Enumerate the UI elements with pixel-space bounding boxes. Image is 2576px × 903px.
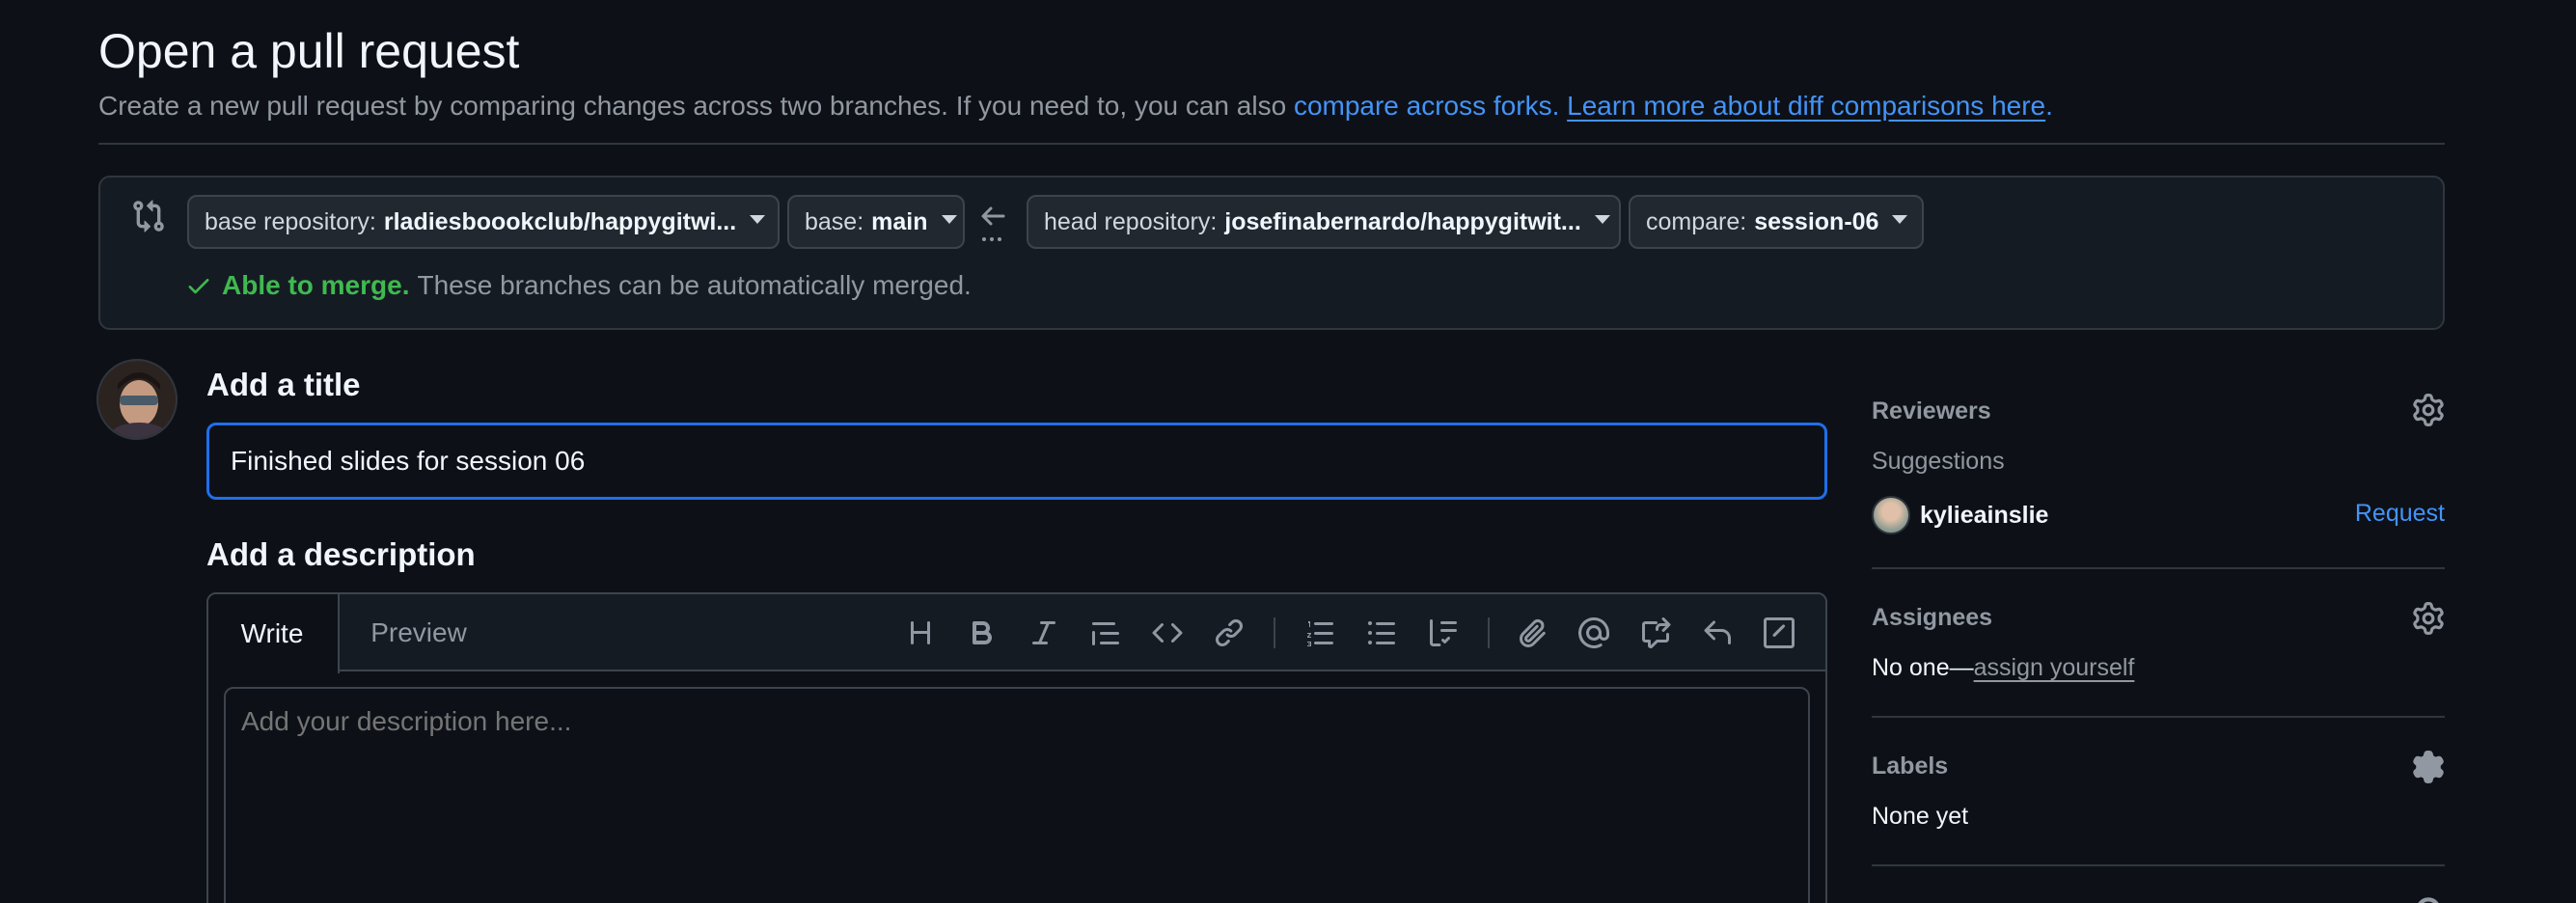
reply-icon[interactable]	[1698, 614, 1737, 652]
assignees-label: Assignees	[1872, 604, 1993, 631]
compare-across-forks-link[interactable]: compare across forks.	[1294, 91, 1559, 121]
labels-section: Labels None yet	[1872, 743, 2445, 866]
paperclip-icon[interactable]	[1513, 614, 1551, 652]
sidebar-divider	[1872, 716, 2445, 718]
ordered-list-icon[interactable]	[1301, 614, 1339, 652]
compare-branch-select[interactable]: compare: session-06	[1629, 195, 1924, 249]
description-editor: Write Preview	[206, 592, 1827, 903]
subtitle-text: Create a new pull request by comparing c…	[98, 91, 1287, 121]
heading-icon[interactable]	[901, 614, 940, 652]
assignees-value: No one—assign yourself	[1872, 654, 2134, 682]
tab-write[interactable]: Write	[208, 594, 340, 673]
chevron-down-icon	[1892, 214, 1908, 224]
gear-icon[interactable]	[2412, 394, 2445, 426]
bold-icon[interactable]	[963, 614, 1001, 652]
code-icon[interactable]	[1148, 614, 1187, 652]
reviewers-section: Reviewers Suggestions kylieainslie Reque…	[1872, 386, 2445, 569]
check-icon	[185, 272, 212, 299]
head-repository-select[interactable]: head repository: josefinabernardo/happyg…	[1027, 195, 1621, 249]
description-textarea[interactable]	[224, 687, 1810, 903]
slash-command-icon[interactable]	[1760, 614, 1798, 652]
page-subtitle: Create a new pull request by comparing c…	[98, 91, 2053, 122]
add-title-heading: Add a title	[206, 367, 361, 402]
chevron-down-icon	[941, 214, 957, 224]
pr-title-input[interactable]	[206, 423, 1827, 500]
reviewer-avatar	[1872, 496, 1910, 534]
base-branch-value: main	[871, 207, 928, 235]
mention-icon[interactable]	[1575, 614, 1613, 652]
quote-icon[interactable]	[1086, 614, 1125, 652]
link-icon[interactable]	[1210, 614, 1248, 652]
cross-reference-icon[interactable]	[1636, 614, 1675, 652]
suggestions-label: Suggestions	[1872, 448, 2005, 475]
toolbar-divider	[1488, 617, 1490, 648]
labels-label: Labels	[1872, 752, 1949, 780]
sidebar-divider	[1872, 567, 2445, 569]
arrow-left-icon	[974, 201, 1013, 249]
gear-icon[interactable]	[2412, 751, 2445, 783]
compare-branch-prefix: compare:	[1646, 207, 1747, 235]
branch-compare-box: base repository: rladiesboookclub/happyg…	[98, 176, 2445, 330]
merge-status-text: These branches can be automatically merg…	[417, 270, 972, 300]
tab-preview[interactable]: Preview	[353, 594, 484, 671]
compare-branch-value: session-06	[1754, 207, 1879, 235]
user-avatar	[96, 359, 178, 440]
base-repository-value: rladiesboookclub/happygitwi...	[383, 207, 737, 235]
editor-toolbar: Write Preview	[208, 594, 1825, 673]
head-repository-value: josefinabernardo/happygitwit...	[1224, 207, 1581, 235]
subtitle-period: .	[2045, 91, 2053, 121]
italic-icon[interactable]	[1025, 614, 1063, 652]
reviewers-label: Reviewers	[1872, 397, 1991, 424]
pull-request-page: Open a pull request Create a new pull re…	[0, 0, 2576, 903]
head-repository-prefix: head repository:	[1044, 207, 1218, 235]
page-header: Open a pull request Create a new pull re…	[98, 0, 2445, 145]
no-assignee-text: No one—	[1872, 654, 1974, 681]
merge-status-label: Able to merge.	[222, 270, 410, 300]
gear-icon[interactable]	[2412, 602, 2445, 635]
gear-icon[interactable]	[2412, 893, 2445, 903]
toolbar-divider	[1274, 617, 1275, 648]
base-repository-prefix: base repository:	[205, 207, 376, 235]
git-compare-icon	[131, 199, 166, 233]
unordered-list-icon[interactable]	[1362, 614, 1401, 652]
task-list-icon[interactable]	[1424, 614, 1463, 652]
chevron-down-icon	[1594, 214, 1610, 224]
base-branch-select[interactable]: base: main	[787, 195, 965, 249]
assignees-section: Assignees No one—assign yourself	[1872, 594, 2445, 718]
suggested-reviewer-name[interactable]: kylieainslie	[1920, 502, 2048, 530]
chevron-down-icon	[750, 214, 766, 224]
learn-more-diff-link[interactable]: Learn more about diff comparisons here	[1567, 91, 2045, 121]
add-description-heading: Add a description	[206, 536, 476, 572]
page-title: Open a pull request	[98, 24, 520, 78]
merge-status-row: Able to merge. These branches can be aut…	[185, 270, 972, 301]
base-branch-prefix: base:	[805, 207, 864, 235]
request-review-button[interactable]: Request	[2355, 500, 2445, 528]
labels-value: None yet	[1872, 803, 1969, 830]
sidebar-divider	[1872, 864, 2445, 866]
assign-yourself-link[interactable]: assign yourself	[1974, 654, 2135, 681]
base-repository-select[interactable]: base repository: rladiesboookclub/happyg…	[187, 195, 780, 249]
